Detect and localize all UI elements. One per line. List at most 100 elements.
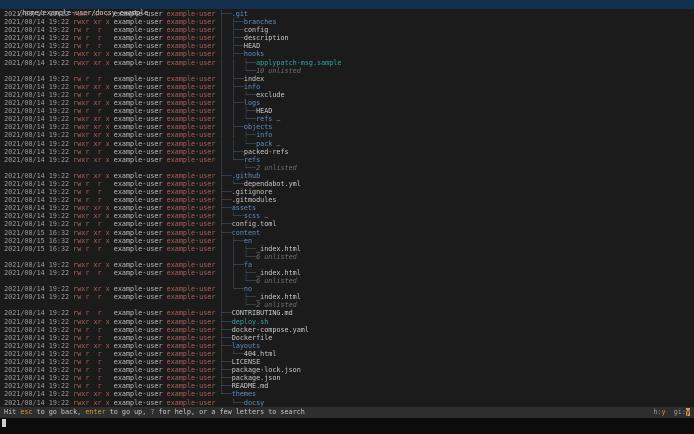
tree-row[interactable]: 2021/08/14 19:22 rwxr xr x example-user … [0,10,694,18]
file-tree: 2021/08/14 19:22 rwxr xr x example-user … [0,9,694,407]
owner-name: example-user [113,74,167,83]
owner-name: example-user [113,398,167,407]
permissions: rwxr xr x [73,398,114,407]
tree-row[interactable]: 2021/08/14 19:22 rwxr xr x example-user … [0,399,694,407]
row-metadata [0,253,219,261]
modified-date: 2021/08/14 19:22 [0,90,74,99]
row-metadata: 2021/08/14 19:22 rwxr xr x example-user … [0,285,219,293]
row-metadata: 2021/08/14 19:22 rw r r example-user exa… [0,326,219,334]
modified-date: 2021/08/14 19:22 [0,147,74,156]
tree-row[interactable]: 2021/08/14 19:22 rw r r example-user exa… [0,188,694,196]
owner-name: example-user [113,228,167,237]
tree-branch-lines: │ │ ├── [219,269,257,277]
text-cursor-block [2,419,6,427]
directory-name: fa [243,260,253,269]
tree-row[interactable]: 2021/08/14 19:22 rwxr xr x example-user … [0,99,694,107]
permissions: rwxr xr x [73,155,114,164]
owner-name: example-user [113,131,167,140]
tree-row[interactable]: 2021/08/14 19:22 rwxr xr x example-user … [0,342,694,350]
tree-row[interactable]: 2021/08/14 19:22 rw r r example-user exa… [0,366,694,374]
tree-row[interactable]: │ │ └──10 unlisted [0,67,694,75]
tree-row[interactable]: 2021/08/14 19:22 rwxr xr x example-user … [0,18,694,26]
tree-row[interactable]: 2021/08/14 19:22 rw r r example-user exa… [0,326,694,334]
tree-row[interactable]: 2021/08/14 19:22 rwxr xr x example-user … [0,318,694,326]
permissions: rw r r [73,188,114,197]
tree-row[interactable]: 2021/08/14 19:22 rw r r example-user exa… [0,350,694,358]
owner-name: example-user [113,333,167,342]
file-name: deploy.sh [231,317,269,326]
modified-date: 2021/08/14 19:22 [0,358,74,367]
owner-name: example-user [113,26,167,35]
tree-row[interactable]: 2021/08/14 19:22 rwxr xr x example-user … [0,261,694,269]
row-metadata [0,164,219,172]
tree-row[interactable]: 2021/08/14 19:22 rwxr xr x example-user … [0,59,694,67]
owner-name: example-user [113,58,167,67]
tree-row[interactable]: 2021/08/14 19:22 rwxr xr x example-user … [0,140,694,148]
tree-row[interactable]: 2021/08/15 16:32 rw r r example-user exa… [0,245,694,253]
tree-row[interactable]: │ │ └──6 unlisted [0,277,694,285]
tree-branch-lines: │ │ └── [219,139,257,148]
row-metadata: 2021/08/15 16:32 rw r r example-user exa… [0,245,219,253]
tree-row[interactable]: 2021/08/14 19:22 rw r r example-user exa… [0,107,694,115]
tree-branch-lines: └── [219,398,244,407]
group-name: example-user [166,236,220,245]
row-metadata: 2021/08/14 19:22 rw r r example-user exa… [0,220,219,228]
tree-branch-lines: │ ├── [219,74,244,83]
tree-row[interactable]: 2021/08/14 19:22 rw r r example-user exa… [0,180,694,188]
permissions: rw r r [73,309,114,318]
tree-row[interactable]: 2021/08/14 19:22 rw r r example-user exa… [0,358,694,366]
group-name: example-user [166,74,220,83]
modified-date: 2021/08/14 19:22 [0,398,74,407]
tree-row[interactable]: 2021/08/14 19:22 rwxr xr x example-user … [0,172,694,180]
tree-row[interactable]: 2021/08/14 19:22 rwxr xr x example-user … [0,390,694,398]
file-name: exclude [256,90,285,99]
tree-branch-lines: │ │ ├── [219,58,257,67]
tree-row[interactable]: 2021/08/15 16:32 rwxr xr x example-user … [0,229,694,237]
tree-branch-lines: │ │ └── [219,90,257,99]
tree-branch-lines: │ └── [219,349,244,358]
tree-row[interactable]: 2021/08/14 19:22 rw r r example-user exa… [0,75,694,83]
tree-branch-lines: │ ├── [219,99,244,108]
file-name: applypatch-msg.sample [256,58,342,67]
tree-branch-lines: │ ├── [219,260,244,269]
tree-row[interactable]: 2021/08/14 19:22 rw r r example-user exa… [0,91,694,99]
owner-name: example-user [113,317,167,326]
file-name: .gitignore [231,188,273,197]
tree-row[interactable]: 2021/08/14 19:22 rw r r example-user exa… [0,220,694,228]
status-hint: Hit esc to go back, enter to go up, ? fo… [4,407,305,418]
group-name: example-user [166,18,220,27]
group-name: example-user [166,285,220,294]
group-name: example-user [166,82,220,91]
tree-row[interactable]: 2021/08/14 19:22 rwxr xr x example-user … [0,156,694,164]
directory-name: info [243,82,261,91]
tree-branch-lines: ├── [219,309,232,318]
directory-name: .github [231,171,261,180]
tree-branch-lines: ├── [219,358,232,367]
tree-row[interactable]: 2021/08/14 19:22 rwxr xr x example-user … [0,50,694,58]
directory-name: refs [243,155,261,164]
tree-row[interactable]: 2021/08/14 19:22 rwxr xr x example-user … [0,83,694,91]
hint-key: esc [20,408,33,416]
permissions: rw r r [73,107,114,116]
tree-branch-lines: ├── [219,196,232,205]
tree-row[interactable]: │ │ └──6 unlisted [0,253,694,261]
file-name: LICENSE [231,358,261,367]
permissions [73,164,114,172]
search-input-line[interactable] [0,418,694,434]
owner-name: example-user [113,107,167,116]
permissions: rw r r [73,26,114,35]
tree-row[interactable]: 2021/08/14 19:22 rwxr xr x example-user … [0,131,694,139]
row-metadata: 2021/08/14 19:22 rwxr xr x example-user … [0,399,219,407]
tree-row[interactable]: 2021/08/14 19:22 rw r r example-user exa… [0,269,694,277]
tree-row[interactable]: │ └──2 unlisted [0,164,694,172]
file-name: index [243,74,265,83]
group-name: example-user [166,131,220,140]
tree-row[interactable]: 2021/08/15 16:32 rwxr xr x example-user … [0,237,694,245]
tree-row[interactable]: 2021/08/14 19:22 rw r r example-user exa… [0,334,694,342]
tree-row[interactable]: 2021/08/14 19:22 rw r r example-user exa… [0,309,694,317]
group-name: example-user [166,244,220,253]
broot-terminal-window: /home/example-user/docsy-example 2021/08… [0,0,694,434]
permissions: rw r r [73,244,114,253]
tree-row[interactable]: 2021/08/14 19:22 rw r r example-user exa… [0,148,694,156]
group-name: example-user [166,309,220,318]
